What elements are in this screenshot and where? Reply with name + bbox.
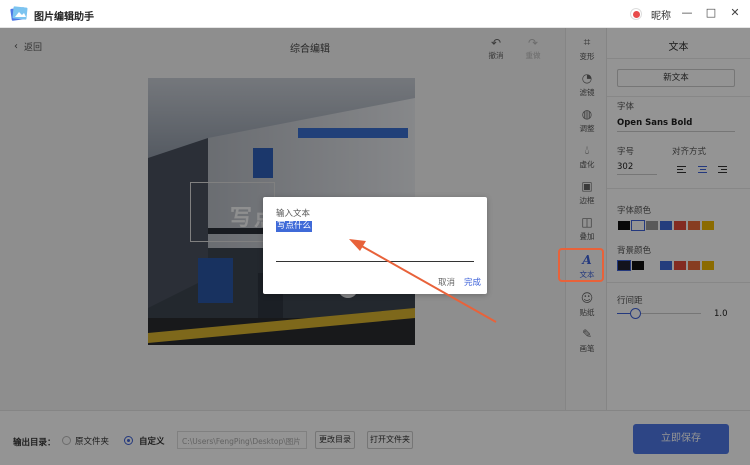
line-spacing-handle[interactable]	[630, 308, 641, 319]
text-properties-panel: 文本 新文本 字体 Open Sans Bold 字号 对齐方式 302 字体颜…	[607, 28, 750, 410]
tool-crop[interactable]: ⌗ 变形	[566, 32, 608, 68]
radio-custom-folder[interactable]	[124, 436, 133, 445]
font-color-swatch[interactable]	[617, 220, 631, 231]
font-label: 字体	[617, 102, 635, 112]
redo-button[interactable]: ↷ 重做	[518, 36, 548, 61]
bg-color-swatch[interactable]	[687, 260, 701, 271]
output-dir-label: 输出目录：	[13, 438, 56, 448]
minimize-button[interactable]: —	[680, 6, 694, 20]
font-color-swatch[interactable]	[673, 220, 687, 231]
undo-button[interactable]: ↶ 撤消	[481, 36, 511, 61]
bg-color-swatch[interactable]	[631, 260, 645, 271]
undo-label: 撤消	[488, 51, 504, 60]
dialog-text-input[interactable]: 写点什么	[276, 221, 474, 262]
tool-adjust[interactable]: ◍ 调整	[566, 104, 608, 140]
radio-custom-label[interactable]: 自定义	[139, 435, 165, 447]
adjust-icon: ◍	[581, 107, 593, 121]
blur-icon: 💧︎	[584, 143, 590, 157]
tool-brush[interactable]: ✎ 画笔	[566, 324, 608, 360]
bg-color-swatch[interactable]	[659, 260, 673, 271]
bg-color-label: 背景颜色	[617, 246, 652, 256]
bg-color-swatch[interactable]	[616, 259, 632, 272]
font-size-input[interactable]: 302	[617, 162, 657, 175]
dialog-done-button[interactable]: 完成	[464, 276, 481, 288]
filter-icon: ◔	[581, 71, 593, 85]
tool-filter-label: 滤镜	[579, 88, 595, 97]
divider	[607, 58, 750, 59]
tool-brush-label: 画笔	[579, 344, 595, 353]
line-spacing-fill	[617, 313, 631, 314]
tool-blur[interactable]: 💧︎ 虚化	[566, 140, 608, 176]
font-color-swatch[interactable]	[659, 220, 673, 231]
app-logo-icon	[10, 6, 28, 21]
align-right-icon[interactable]	[718, 166, 727, 174]
tool-filter[interactable]: ◔ 滤镜	[566, 68, 608, 104]
change-dir-button[interactable]: 更改目录	[315, 431, 355, 449]
sticker-icon: ☺	[580, 291, 594, 305]
divider	[607, 282, 750, 283]
tool-column: ⌗ 变形 ◔ 滤镜 ◍ 调整 💧︎ 虚化 ▣ 边框 ◫ 叠加 A 文本 ☺ 贴纸…	[565, 28, 607, 410]
redo-icon: ↷	[527, 36, 539, 50]
dialog-cancel-button[interactable]: 取消	[438, 276, 455, 288]
tool-overlay-label: 叠加	[579, 232, 595, 241]
open-folder-button[interactable]: 打开文件夹	[367, 431, 413, 449]
bg-color-swatches	[616, 259, 715, 272]
title-bar: 图片编辑助手 昵称 — □ ✕	[0, 0, 750, 28]
align-label: 对齐方式	[672, 147, 707, 157]
tool-crop-label: 变形	[579, 52, 595, 61]
crop-icon: ⌗	[583, 35, 591, 49]
redo-label: 重做	[525, 51, 541, 60]
font-color-swatch[interactable]	[701, 220, 715, 231]
font-color-swatch[interactable]	[630, 219, 646, 232]
font-color-swatch[interactable]	[645, 220, 659, 231]
size-label: 字号	[617, 147, 635, 157]
close-button[interactable]: ✕	[728, 6, 742, 20]
radio-original-folder[interactable]	[62, 436, 71, 445]
dialog-input-value: 写点什么	[276, 221, 313, 232]
font-color-swatches	[617, 219, 715, 232]
overlay-icon: ◫	[581, 215, 593, 229]
input-text-dialog: 输入文本 写点什么 取消 完成	[263, 197, 487, 294]
align-left-icon[interactable]	[677, 166, 686, 174]
bg-color-swatch[interactable]	[645, 260, 659, 271]
panel-title: 文本	[668, 42, 689, 53]
align-center-icon[interactable]	[698, 166, 707, 174]
radio-original-label[interactable]: 原文件夹	[75, 435, 109, 447]
dialog-title: 输入文本	[276, 209, 311, 219]
divider	[607, 96, 750, 97]
font-color-label: 字体颜色	[617, 206, 652, 216]
tool-sticker[interactable]: ☺ 贴纸	[566, 288, 608, 324]
bg-color-swatch[interactable]	[701, 260, 715, 271]
tool-sticker-label: 贴纸	[579, 308, 595, 317]
bg-color-swatch[interactable]	[673, 260, 687, 271]
tool-border[interactable]: ▣ 边框	[566, 176, 608, 212]
divider	[607, 188, 750, 189]
tool-overlay[interactable]: ◫ 叠加	[566, 212, 608, 248]
tool-adjust-label: 调整	[579, 124, 595, 133]
tool-blur-label: 虚化	[579, 160, 595, 169]
line-spacing-value: 1.0	[714, 309, 728, 319]
output-path-input[interactable]: C:\Users\FengPing\Desktop\图片	[177, 431, 307, 449]
undo-icon: ↶	[490, 36, 502, 50]
maximize-button[interactable]: □	[704, 6, 718, 20]
border-icon: ▣	[581, 179, 593, 193]
font-color-swatch[interactable]	[687, 220, 701, 231]
user-avatar[interactable]	[630, 8, 642, 20]
tool-border-label: 边框	[579, 196, 595, 205]
brush-icon: ✎	[581, 327, 593, 341]
text-tool-highlight	[558, 248, 604, 282]
app-title: 图片编辑助手	[34, 12, 94, 23]
new-text-button[interactable]: 新文本	[617, 69, 735, 87]
font-select[interactable]: Open Sans Bold	[617, 118, 735, 132]
save-now-button[interactable]: 立即保存	[633, 424, 729, 454]
bottom-bar: 输出目录： 原文件夹 自定义 C:\Users\FengPing\Desktop…	[0, 410, 750, 465]
line-spacing-label: 行间距	[617, 296, 643, 306]
user-name[interactable]: 昵称	[651, 7, 671, 22]
